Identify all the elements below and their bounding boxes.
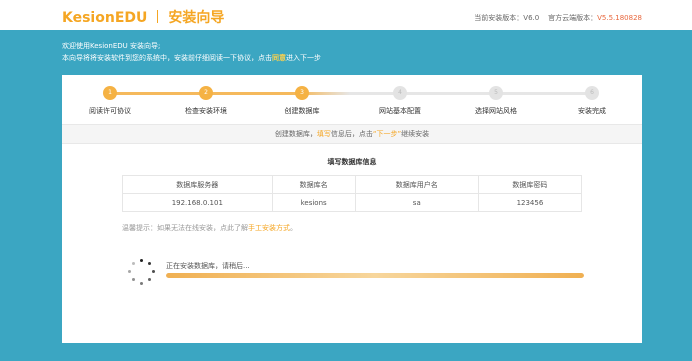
step-3: 3 创建数据库 — [254, 83, 350, 116]
spinner-dot — [128, 270, 131, 273]
notice-prefix: 创建数据库， — [274, 130, 317, 138]
step-6-label: 安装完成 — [578, 107, 606, 115]
spinner-dot — [148, 278, 151, 281]
intro-agree-highlight: 同意 — [272, 54, 286, 62]
intro-line-2-prefix: 本向导将将安装软件到您的系统中，安装前仔细阅读一下协议，点击 — [62, 54, 272, 62]
manual-install-link[interactable]: 手工安装方式 — [248, 224, 290, 232]
notice-suffix: 继续安装 — [401, 130, 430, 138]
spinner-dot — [132, 278, 135, 281]
spinner-dot — [140, 282, 143, 285]
intro-line-1: 欢迎使用KesionEDU 安装向导; — [62, 42, 161, 50]
notice-fill: 填写 — [316, 130, 331, 138]
spinner-dot — [148, 262, 151, 265]
brand-divider — [157, 10, 159, 23]
th-db-server: 数据库服务器 — [122, 175, 273, 194]
db-user-value: sa — [354, 193, 479, 212]
current-version-label: 当前安装版本： — [474, 14, 524, 22]
step-5-dot: 5 — [489, 86, 503, 100]
cloud-version: V5.5.180828 — [597, 14, 642, 22]
spinner-dot — [140, 259, 143, 262]
loading-spinner-icon — [128, 259, 156, 287]
tip-prefix: 温馨提示：如果无法在线安装，点此了解 — [122, 224, 248, 232]
cloud-version-label: 官方云端版本： — [548, 14, 598, 22]
table-row: 192.168.0.101 kesions sa 123456 — [122, 193, 583, 212]
progress-fill — [166, 273, 584, 278]
current-version: V6.0 — [523, 14, 540, 22]
spinner-dot — [152, 270, 155, 273]
db-server-value: 192.168.0.101 — [122, 193, 273, 212]
step-6-dot: 6 — [585, 86, 599, 100]
db-name-value: kesions — [271, 193, 356, 212]
progress-label: 正在安装数据库，请稍后... — [166, 262, 250, 270]
progress-bar — [166, 273, 584, 278]
step-2-dot: 2 — [199, 86, 213, 100]
db-section-title: 填写数据库信息 — [327, 158, 377, 166]
table-header-row: 数据库服务器 数据库名 数据库用户名 数据库密码 — [122, 175, 583, 194]
step-1-label: 阅读许可协议 — [89, 107, 131, 115]
step-5: 5 选择网站风格 — [448, 83, 544, 116]
step-6: 6 安装完成 — [544, 83, 640, 116]
top-bar: KesionEDU 安装向导 当前安装版本：V6.0 官方云端版本：V5.5.18… — [0, 0, 692, 30]
step-5-label: 选择网站风格 — [475, 107, 517, 115]
th-db-password: 数据库密码 — [477, 175, 583, 194]
step-1: 1 阅读许可协议 — [62, 83, 158, 116]
step-4: 4 网站基本配置 — [352, 83, 448, 116]
th-db-name: 数据库名 — [271, 175, 356, 194]
step-3-label: 创建数据库 — [284, 107, 320, 115]
install-tip: 温馨提示：如果无法在线安装，点此了解手工安装方式。 — [122, 223, 297, 233]
step-3-dot: 3 — [295, 86, 309, 100]
step-2-label: 检查安装环境 — [185, 107, 227, 115]
step-2: 2 检查安装环境 — [158, 83, 254, 116]
intro-line-2-suffix: 进入下一步 — [286, 54, 321, 62]
step-4-dot: 4 — [393, 86, 407, 100]
step-1-dot: 1 — [103, 86, 117, 100]
step-4-label: 网站基本配置 — [379, 107, 421, 115]
step-progress: 1 阅读许可协议 2 检查安装环境 3 创建数据库 4 网站基本配置 5 选择网… — [62, 83, 642, 117]
notice-next: “下一步” — [372, 130, 402, 138]
th-db-user: 数据库用户名 — [354, 175, 479, 194]
version-info: 当前安装版本：V6.0 官方云端版本：V5.5.180828 — [474, 13, 642, 23]
db-info-table: 数据库服务器 数据库名 数据库用户名 数据库密码 192.168.0.101 k… — [122, 175, 583, 212]
intro-line-2: 本向导将将安装软件到您的系统中，安装前仔细阅读一下协议，点击同意进入下一步 — [62, 52, 321, 64]
brand: KesionEDU 安装向导 — [62, 7, 224, 27]
notice-middle: 信息后，点击 — [330, 130, 373, 138]
spinner-dot — [132, 262, 135, 265]
instruction-bar: 创建数据库，填写信息后，点击“下一步”继续安装 — [62, 124, 642, 144]
db-password-value: 123456 — [477, 193, 583, 212]
brand-name: KesionEDU — [62, 10, 148, 26]
install-panel: 1 阅读许可协议 2 检查安装环境 3 创建数据库 4 网站基本配置 5 选择网… — [62, 75, 642, 343]
tip-suffix: 。 — [290, 224, 297, 232]
intro-text: 欢迎使用KesionEDU 安装向导; 本向导将将安装软件到您的系统中，安装前仔… — [62, 40, 321, 64]
page-title: 安装向导 — [168, 10, 225, 26]
